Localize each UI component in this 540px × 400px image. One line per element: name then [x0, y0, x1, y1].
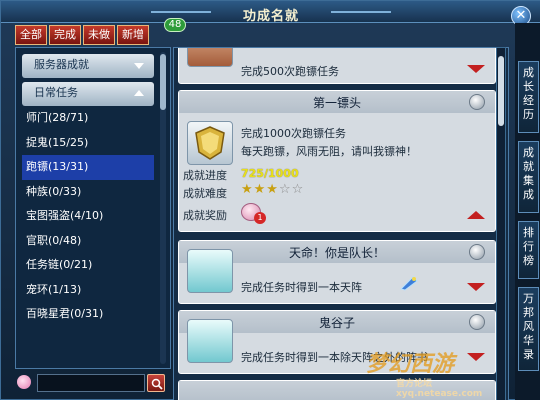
watermark-subtext: 官方论坛 xyq.netease.com	[396, 379, 483, 399]
chevron-down-icon	[134, 63, 144, 69]
category-panel: 服务器成就 日常任务 师门(28/71) 捉鬼(15/25) 跑镖(13/31)…	[15, 47, 171, 369]
medal-icon	[469, 94, 485, 110]
filter-tabs: 全部 完成 未做 新增	[15, 25, 149, 45]
chevron-up-icon	[134, 90, 144, 96]
side-tab-leaderboard[interactable]: 排行榜	[518, 221, 539, 279]
new-count-badge: 48	[164, 18, 186, 32]
shield-icon	[195, 126, 225, 160]
reward-count: 1	[254, 212, 266, 224]
tab-completed[interactable]: 完成	[49, 25, 81, 45]
forum-watermark: 梦幻西游 官方论坛 xyq.netease.com	[366, 346, 516, 400]
scrollbar-thumb[interactable]	[498, 56, 504, 126]
subcategory-list: 师门(28/71) 捉鬼(15/25) 跑镖(13/31) 种族(0/33) 宝…	[22, 106, 154, 327]
tab-not-done[interactable]: 未做	[83, 25, 115, 45]
search-icon	[151, 378, 163, 390]
achievement-window: 功成名就 ✕ 全部 完成 未做 新增 48 服务器成就 日常任务 师门(28/7…	[0, 0, 540, 400]
search-button[interactable]	[147, 374, 165, 392]
reward-label: 成就奖励	[183, 209, 227, 222]
achievement-title: 第一镖头	[312, 96, 361, 110]
list-item[interactable]: 百晓星君(0/31)	[22, 302, 154, 327]
book-icon	[187, 319, 233, 363]
list-item[interactable]: 种族(0/33)	[22, 180, 154, 205]
achievement-desc: 完成1000次跑镖任务	[241, 127, 346, 140]
search-input[interactable]	[37, 374, 145, 392]
side-tab-growth-history[interactable]: 成长经历	[518, 61, 539, 133]
reward-peach-icon[interactable]: 1	[241, 203, 266, 224]
title-bar[interactable]: 功成名就	[1, 1, 540, 24]
expand-arrow-icon[interactable]	[467, 65, 485, 73]
tab-new[interactable]: 新增	[117, 25, 149, 45]
achievement-flavor: 每天跑镖，风雨无阻，请叫我镖神！	[241, 145, 417, 158]
difficulty-stars: ★★★☆☆	[241, 182, 304, 197]
difficulty-label: 成就难度	[183, 187, 227, 200]
peach-icon	[17, 375, 31, 389]
golden-shield-icon	[187, 121, 233, 165]
title-ornament-right	[331, 11, 391, 13]
empty-stars: ☆☆	[278, 182, 305, 197]
category-server-achievements[interactable]: 服务器成就	[22, 54, 154, 78]
list-item[interactable]: 宝图强盗(4/10)	[22, 204, 154, 229]
category-label: 服务器成就	[34, 58, 89, 71]
card-header: 第一镖头	[179, 91, 495, 113]
crate-icon	[187, 48, 233, 67]
medal-icon	[469, 244, 485, 260]
list-item-selected[interactable]: 跑镖(13/31)	[22, 155, 154, 180]
search-bar	[15, 373, 171, 393]
expand-arrow-icon[interactable]	[467, 283, 485, 291]
medal-icon	[469, 314, 485, 330]
side-tab-achievement-collection[interactable]: 成就集成	[518, 141, 539, 213]
flag-icon	[400, 276, 418, 291]
category-daily-tasks[interactable]: 日常任务	[22, 82, 154, 106]
list-item[interactable]: 捉鬼(15/25)	[22, 131, 154, 156]
list-item[interactable]: 任务链(0/21)	[22, 253, 154, 278]
window-title: 功成名就	[242, 9, 299, 24]
list-item[interactable]: 官职(0/48)	[22, 229, 154, 254]
filled-stars: ★★★	[241, 182, 279, 197]
category-label: 日常任务	[34, 86, 78, 99]
category-scrollbar[interactable]	[160, 52, 166, 364]
collapse-arrow-icon[interactable]	[467, 211, 485, 219]
tab-all[interactable]: 全部	[15, 25, 47, 45]
book-icon	[187, 249, 233, 293]
progress-label: 成就进度	[183, 169, 227, 182]
achievement-card-expanded[interactable]: 第一镖头 完成1000次跑镖任务 每天跑镖，风雨无阻，请叫我镖神！ 成就进度 7…	[178, 90, 496, 232]
achievement-card[interactable]: 天命！你是队长！ 完成任务时得到一本天阵	[178, 240, 496, 304]
list-item[interactable]: 师门(28/71)	[22, 106, 154, 131]
list-item[interactable]: 宠环(1/13)	[22, 278, 154, 303]
scrollbar-thumb[interactable]	[160, 54, 166, 110]
progress-value: 725/1000	[241, 167, 299, 180]
achievement-desc: 完成500次跑镖任务	[241, 65, 339, 78]
achievement-desc: 完成任务时得到一本天阵	[241, 281, 362, 294]
watermark-logo-text: 梦幻西游	[366, 352, 455, 377]
side-navigation: 成长经历 成就集成 排行榜 万邦风华录	[515, 23, 540, 400]
side-tab-wanbang-fenghua[interactable]: 万邦风华录	[518, 287, 539, 371]
achievement-card[interactable]: 完成500次跑镖任务	[178, 48, 496, 84]
